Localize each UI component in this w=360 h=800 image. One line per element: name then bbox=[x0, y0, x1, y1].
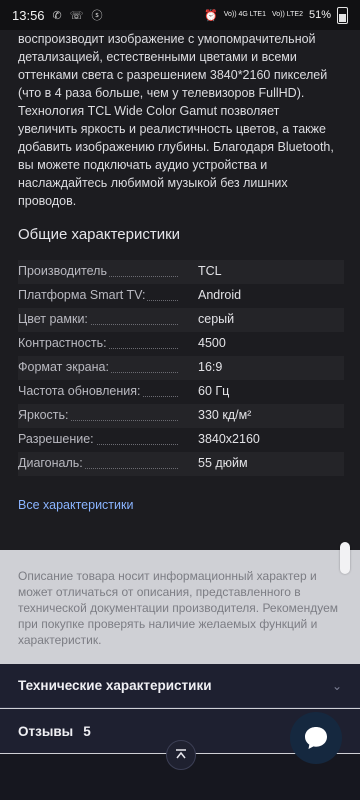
spec-label: Частота обновления: bbox=[18, 384, 143, 398]
status-bar: 13:56 ✆ ☏ ⓢ ⏰ Vo)) 4G LTE1 Vo)) LTE2 51% bbox=[0, 0, 360, 30]
specs-list: Производитель TCL Платформа Smart TV: An… bbox=[18, 260, 344, 476]
accordion-tech-label: Технические характеристики bbox=[18, 678, 212, 693]
battery-icon bbox=[337, 6, 348, 24]
network1-indicator: Vo)) 4G LTE1 bbox=[223, 11, 266, 18]
spec-label: Формат экрана: bbox=[18, 360, 111, 374]
spec-label: Цвет рамки: bbox=[18, 312, 90, 326]
spec-label: Производитель bbox=[18, 264, 109, 278]
scroll-handle[interactable] bbox=[340, 542, 350, 574]
battery-percent: 51% bbox=[308, 9, 331, 21]
spec-label: Контрастность: bbox=[18, 336, 109, 350]
spec-label: Платформа Smart TV: bbox=[18, 288, 148, 302]
spec-value: 3840x2160 bbox=[198, 432, 260, 446]
spec-value: серый bbox=[198, 312, 235, 326]
viber-icon: ☏ bbox=[69, 9, 84, 22]
spec-row: Производитель TCL bbox=[18, 260, 344, 284]
spec-row: Яркость: 330 кд/м² bbox=[18, 404, 344, 428]
alarm-icon: ⏰ bbox=[203, 9, 218, 22]
chevron-up-icon bbox=[176, 749, 186, 759]
spec-value: 4500 bbox=[198, 336, 226, 350]
network2-indicator: Vo)) LTE2 bbox=[271, 11, 303, 18]
spec-value: 330 кд/м² bbox=[198, 408, 252, 422]
reviews-count: 5 bbox=[83, 723, 91, 739]
spec-value: Android bbox=[198, 288, 242, 302]
product-description: воспроизводит изображение с умопомрачите… bbox=[18, 32, 334, 208]
chat-button[interactable] bbox=[290, 712, 342, 764]
spec-label: Диагональ: bbox=[18, 456, 85, 470]
spec-row: Разрешение: 3840x2160 bbox=[18, 428, 344, 452]
spec-value: 55 дюйм bbox=[198, 456, 248, 470]
chat-bubble-icon bbox=[305, 727, 327, 749]
spec-value: 16:9 bbox=[198, 360, 223, 374]
spec-row: Частота обновления: 60 Гц bbox=[18, 380, 344, 404]
scroll-top-button[interactable] bbox=[166, 740, 196, 770]
accordion-tech-specs[interactable]: Технические характеристики ⌄ bbox=[0, 664, 360, 708]
spec-row: Диагональ: 55 дюйм bbox=[18, 452, 344, 476]
chevron-down-icon: ⌄ bbox=[331, 678, 342, 693]
whatsapp-icon: ✆ bbox=[52, 9, 62, 22]
shazam-icon: ⓢ bbox=[91, 10, 103, 22]
spec-row: Формат экрана: 16:9 bbox=[18, 356, 344, 380]
spec-label: Яркость: bbox=[18, 408, 71, 422]
spec-row: Цвет рамки: серый bbox=[18, 308, 344, 332]
all-specs-link[interactable]: Все характеристики bbox=[18, 498, 133, 512]
spec-label: Разрешение: bbox=[18, 432, 96, 446]
spec-value: TCL bbox=[198, 264, 222, 278]
specs-title: Общие характеристики bbox=[18, 226, 181, 243]
disclaimer-text: Описание товара носит информационный хар… bbox=[18, 569, 339, 647]
spec-row: Контрастность: 4500 bbox=[18, 332, 344, 356]
status-time: 13:56 bbox=[12, 7, 45, 23]
spec-row: Платформа Smart TV: Android bbox=[18, 284, 344, 308]
spec-value: 60 Гц bbox=[198, 384, 230, 398]
accordion-reviews-label: Отзывы bbox=[18, 723, 74, 739]
